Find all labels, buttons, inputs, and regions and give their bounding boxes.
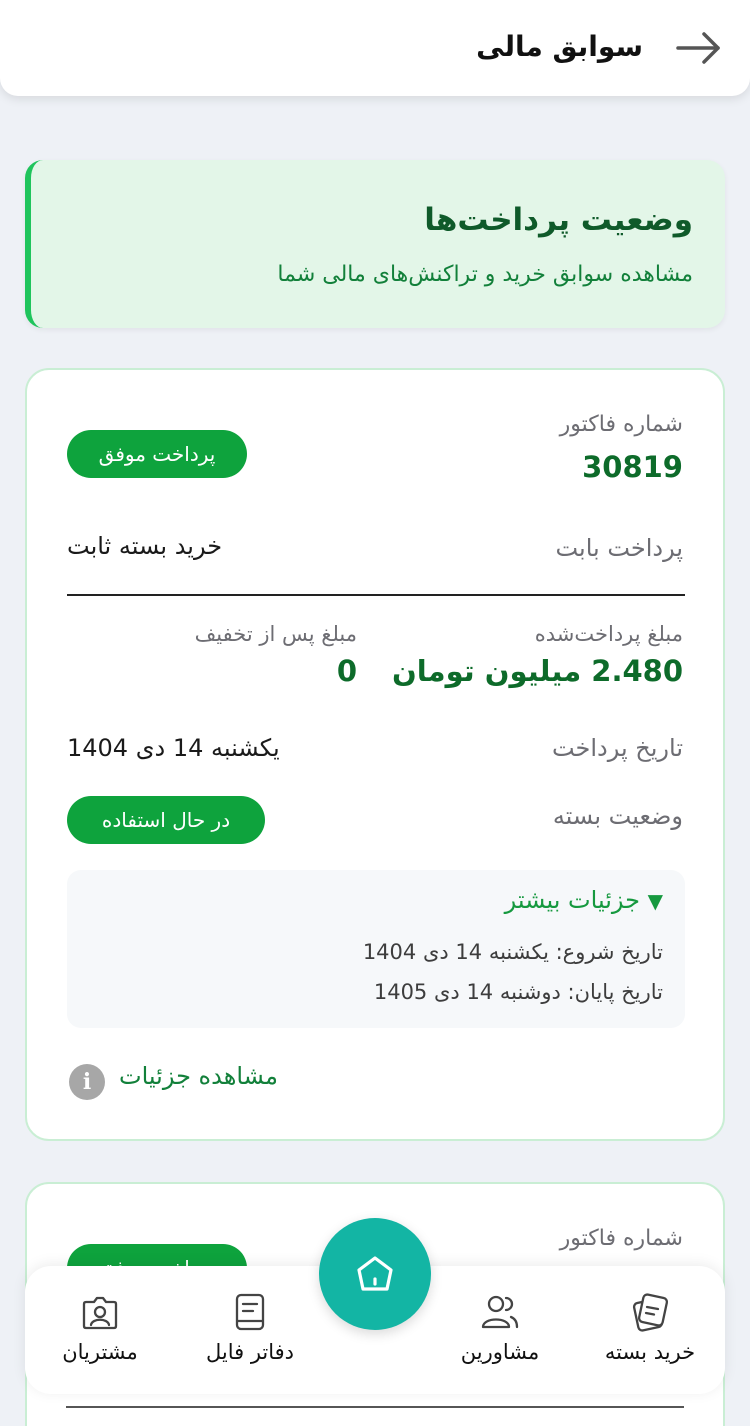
- more-details-label: جزئیات بیشتر: [504, 886, 640, 914]
- divider: [66, 1406, 684, 1408]
- home-button[interactable]: [319, 1218, 431, 1330]
- home-icon: [357, 1256, 393, 1291]
- payment-for-label: پرداخت بابت: [555, 534, 683, 562]
- package-status-badge: در حال استفاده: [67, 796, 265, 844]
- banner-title: وضعیت پرداخت‌ها: [424, 202, 693, 238]
- banner-subtitle: مشاهده سوابق خرید و تراکنش‌های مالی شما: [277, 262, 693, 287]
- info-icon[interactable]: i: [69, 1064, 105, 1100]
- payment-date-value: یکشنبه 14 دی 1404: [67, 734, 280, 762]
- payments-status-banner: وضعیت پرداخت‌ها مشاهده سوابق خرید و تراک…: [25, 160, 725, 328]
- payment-date-label: تاریخ پرداخت: [551, 734, 683, 762]
- divider: [67, 594, 685, 596]
- invoice-card: شماره فاکتور 30819 پرداخت موفق پرداخت با…: [25, 368, 725, 1141]
- nav-label: مشاورین: [460, 1340, 540, 1364]
- page-title: سوابق مالی: [476, 30, 643, 63]
- start-date: تاریخ شروع: یکشنبه 14 دی 1404: [362, 940, 663, 964]
- view-details-link[interactable]: مشاهده جزئیات: [119, 1062, 278, 1090]
- advisors-icon: [481, 1295, 519, 1329]
- arrow-right-icon: [676, 32, 720, 64]
- package-card-icon: [632, 1293, 669, 1332]
- package-status-label: وضعیت بسته: [552, 802, 683, 830]
- discount-amount-value: 0: [336, 654, 357, 688]
- invoice-number: 30819: [582, 450, 683, 484]
- nav-item-buy-package[interactable]: خرید بسته: [575, 1292, 725, 1372]
- app-header: سوابق مالی: [0, 0, 750, 96]
- triangle-down-icon: ▼: [647, 889, 663, 913]
- invoice-number-label: شماره فاکتور: [559, 412, 683, 437]
- paid-amount-label: مبلغ پرداخت‌شده: [534, 622, 683, 646]
- nav-label: خرید بسته: [604, 1340, 696, 1364]
- nav-label: دفاتر فایل: [205, 1340, 295, 1364]
- payment-status-badge: پرداخت موفق: [67, 430, 247, 478]
- discount-amount-label: مبلغ پس از تخفیف: [194, 622, 357, 646]
- invoice-number-label: شماره فاکتور: [559, 1226, 683, 1251]
- nav-label: مشتریان: [62, 1340, 138, 1364]
- more-details-panel: ▼ جزئیات بیشتر تاریخ شروع: یکشنبه 14 دی …: [67, 870, 685, 1028]
- customer-profile-icon: [82, 1296, 118, 1330]
- file-book-icon: [235, 1293, 265, 1331]
- back-button[interactable]: [674, 28, 724, 68]
- more-details-toggle[interactable]: ▼ جزئیات بیشتر: [505, 886, 663, 914]
- paid-amount-value: 2.480 میلیون تومان: [392, 654, 683, 688]
- end-date: تاریخ پایان: دوشنبه 14 دی 1405: [373, 980, 663, 1004]
- nav-item-customers[interactable]: مشتریان: [25, 1292, 175, 1372]
- nav-item-file-books[interactable]: دفاتر فایل: [175, 1292, 325, 1372]
- nav-item-advisors[interactable]: مشاورین: [425, 1292, 575, 1372]
- payment-for-value: خرید بسته ثابت: [67, 532, 223, 560]
